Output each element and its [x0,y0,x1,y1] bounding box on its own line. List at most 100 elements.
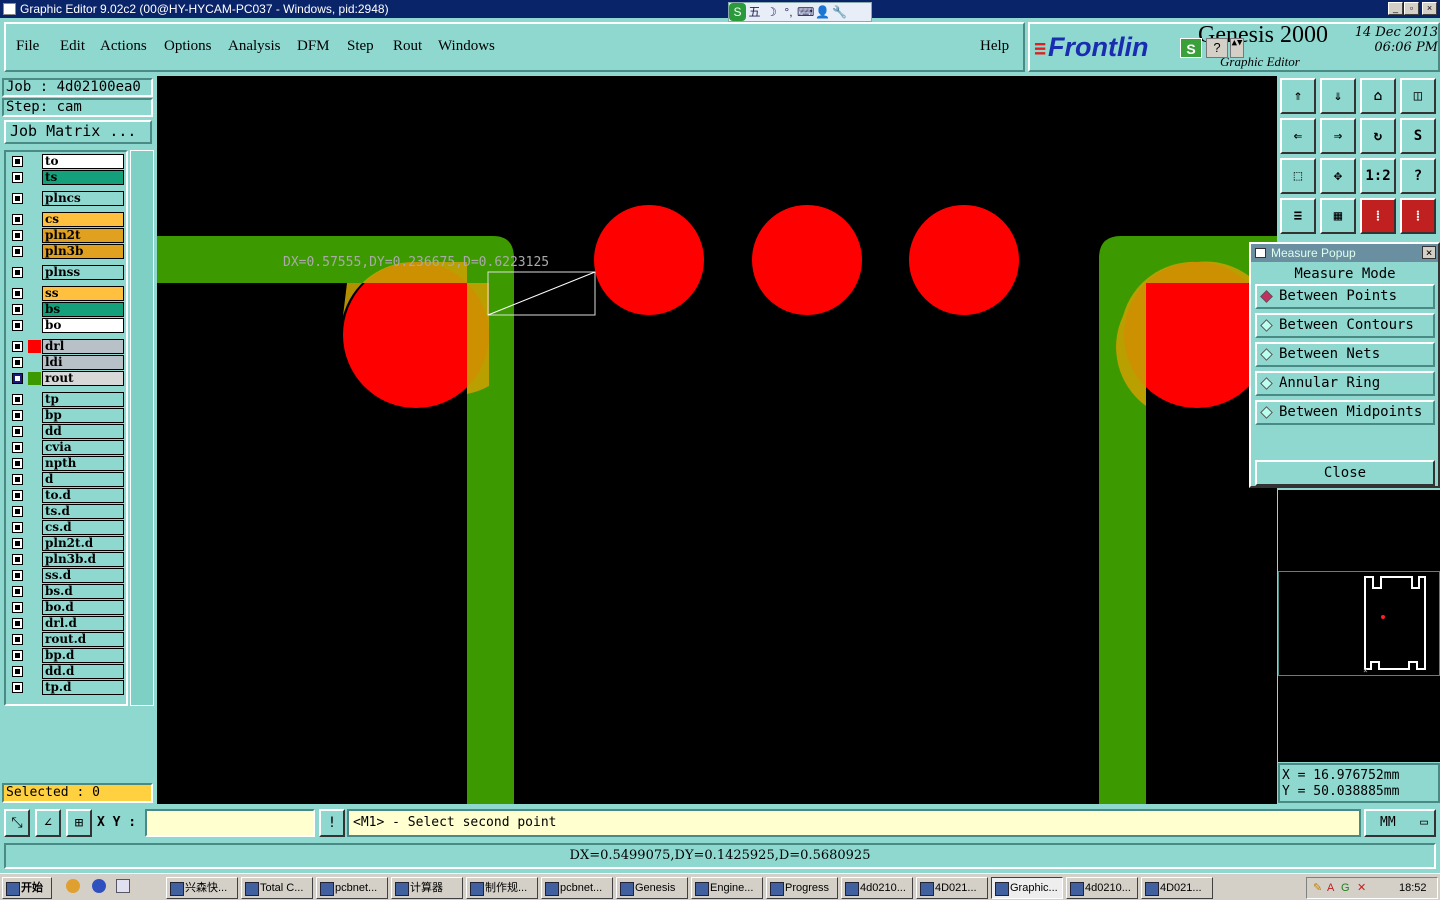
taskbar-item[interactable]: 4D021... [1141,877,1213,899]
minimize-button[interactable]: _ [1388,2,1403,15]
layer-name[interactable]: tp.d [42,680,124,695]
layer-row-ts[interactable]: ts [8,170,126,185]
layer-name[interactable]: ss [42,286,124,301]
ime-keyboard-icon[interactable]: ⌨ [797,3,814,21]
pan-left-icon[interactable]: ⇐ [1280,118,1316,154]
layer-name[interactable]: ss.d [42,568,124,583]
layer-row-tp-d[interactable]: tp.d [8,680,126,695]
layer-name[interactable]: ts.d [42,504,124,519]
center-icon[interactable]: ✥ [1320,158,1356,194]
layer-red2-icon[interactable]: ⁞ [1400,198,1436,234]
ime-punct-icon[interactable]: °, [780,3,797,21]
angle-tool-icon[interactable]: ∠ [35,809,61,837]
taskbar-item[interactable]: 计算器 [391,877,463,899]
layer-checkbox[interactable] [12,156,23,167]
start-button[interactable]: 开始 [2,877,52,899]
graphic-canvas[interactable]: DX=0.57555,DY=0.236675,D=0.6223125 [157,76,1277,804]
layer-name[interactable]: cvia [42,440,124,455]
diagonal-tool-icon[interactable]: ⤡ [4,809,30,837]
layer-row-rout-d[interactable]: rout.d [8,632,126,647]
units-selector[interactable]: MM ▭ [1364,809,1436,837]
layer-scrollbar[interactable] [130,150,154,706]
sogou-icon[interactable]: S [1180,38,1202,58]
job-matrix-button[interactable]: Job Matrix ... [4,120,152,144]
layer-name[interactable]: cs [42,212,124,227]
layer-row-pln3b[interactable]: pln3b [8,244,126,259]
layer-name[interactable]: to [42,154,124,169]
layer-name[interactable]: tp [42,392,124,407]
layer-checkbox[interactable] [12,490,23,501]
spin-arrows-icon[interactable]: ▲▼ [1230,38,1244,58]
grid-snap-icon[interactable]: ⊞ [66,809,92,837]
layer-name[interactable]: ts [42,170,124,185]
tray-a-icon[interactable]: A [1327,878,1334,898]
snap-icon[interactable]: S [1400,118,1436,154]
ime-toolbar[interactable]: S 五 ☽ °, ⌨👤 🔧 [728,2,872,22]
layer-name[interactable]: bo.d [42,600,124,615]
radio-diamond-icon[interactable] [1260,406,1273,419]
help-query-icon[interactable]: ? [1206,38,1228,58]
layer-row-to[interactable]: to [8,154,126,169]
help-icon[interactable]: ? [1400,158,1436,194]
layer-name[interactable]: bs.d [42,584,124,599]
layer-name[interactable]: pln3b.d [42,552,124,567]
layer-row-ts-d[interactable]: ts.d [8,504,126,519]
layer-checkbox[interactable] [12,172,23,183]
menu-windows[interactable]: Windows [438,38,495,55]
measure-option-between-nets[interactable]: Between Nets [1255,342,1435,367]
layer-checkbox[interactable] [12,618,23,629]
maximize-button[interactable]: ▫ [1404,2,1419,15]
layer-name[interactable]: pln2t [42,228,124,243]
layer-checkbox[interactable] [12,394,23,405]
measure-option-annular-ring[interactable]: Annular Ring [1255,371,1435,396]
measure-option-between-points[interactable]: Between Points [1255,284,1435,309]
layer-checkbox[interactable] [12,538,23,549]
zoom-down-icon[interactable]: ⇓ [1320,78,1356,114]
layer-row-npth[interactable]: npth [8,456,126,471]
layer-name[interactable]: bp [42,408,124,423]
minimap[interactable]: × [1278,571,1440,676]
layer-row-bs-d[interactable]: bs.d [8,584,126,599]
layer-checkbox[interactable] [12,230,23,241]
ime-mode-icon[interactable]: 五 [746,3,763,21]
taskbar-item[interactable]: Progress [766,877,838,899]
zoom-home-icon[interactable]: ⇑ [1280,78,1316,114]
layer-name[interactable]: pln3b [42,244,124,259]
layer-checkbox[interactable] [12,666,23,677]
layer-checkbox[interactable] [12,602,23,613]
menu-step[interactable]: Step [347,38,374,55]
xy-input[interactable] [145,809,315,837]
layer-checkbox[interactable] [12,214,23,225]
radio-diamond-icon[interactable] [1260,377,1273,390]
close-button[interactable]: × [1422,2,1437,15]
layer-name[interactable]: ldi [42,355,124,370]
quicklaunch-browser-icon[interactable] [92,879,106,893]
layer-row-ss-d[interactable]: ss.d [8,568,126,583]
layer-checkbox[interactable] [12,426,23,437]
pcb-drawing[interactable]: DX=0.57555,DY=0.236675,D=0.6223125 [157,76,1277,804]
layer-row-bs[interactable]: bs [8,302,126,317]
layer-checkbox[interactable] [12,474,23,485]
menu-dfm[interactable]: DFM [297,38,330,55]
layer-name[interactable]: to.d [42,488,124,503]
tray-x-icon[interactable]: ✕ [1357,878,1366,898]
ime-tool-icon[interactable]: 🔧 [831,3,848,21]
layer-checkbox[interactable] [12,341,23,352]
layer-checkbox[interactable] [12,570,23,581]
layer-red-icon[interactable]: ⁞ [1360,198,1396,234]
tray-pencil-icon[interactable]: ✎ [1313,878,1322,898]
radio-diamond-icon[interactable] [1260,319,1273,332]
menu-actions[interactable]: Actions [100,38,147,55]
layer-name[interactable]: d [42,472,124,487]
ratio-icon[interactable]: 1:2 [1360,158,1396,194]
layer-row-cs[interactable]: cs [8,212,126,227]
layer-name[interactable]: pln2t.d [42,536,124,551]
layer-row-ss[interactable]: ss [8,286,126,301]
layer-row-tp[interactable]: tp [8,392,126,407]
radio-diamond-icon[interactable] [1260,290,1273,303]
window-split-icon[interactable]: ◫ [1400,78,1436,114]
layer-row-plnss[interactable]: plnss [8,265,126,280]
layer-row-dd[interactable]: dd [8,424,126,439]
menu-edit[interactable]: Edit [60,38,85,55]
layer-row-plncs[interactable]: plncs [8,191,126,206]
